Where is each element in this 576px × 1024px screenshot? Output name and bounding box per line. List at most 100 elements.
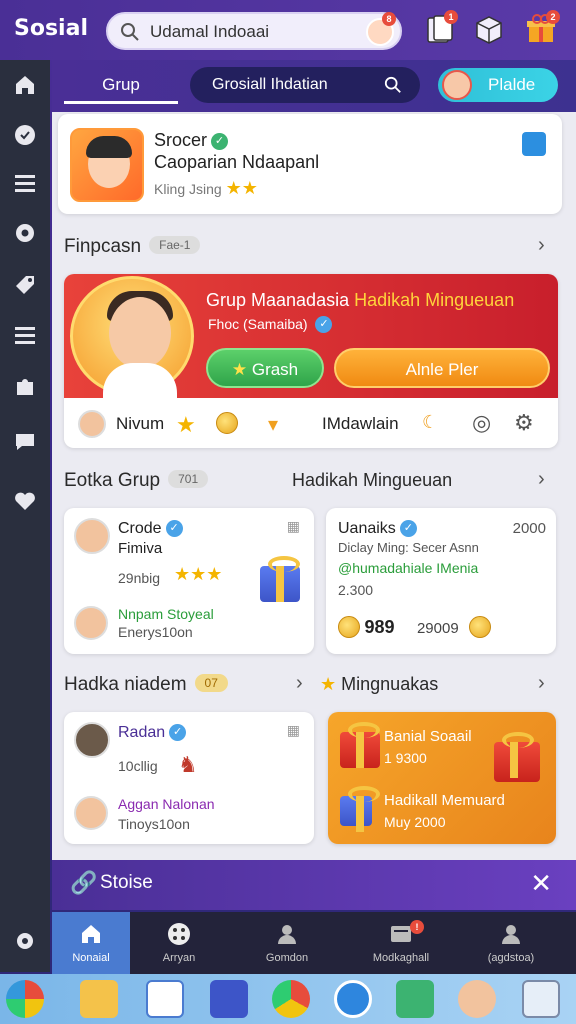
tab-profile-label: Plalde: [488, 75, 536, 94]
group-count: 2000: [512, 520, 546, 537]
section-right-title: Hadikah Mingueuan: [292, 470, 453, 490]
group-desc: Diclay Ming: Secer Asnn: [338, 540, 479, 555]
photos-icon[interactable]: [146, 980, 184, 1018]
search-input[interactable]: Udamal Indoaai: [150, 22, 269, 42]
search-bar[interactable]: Udamal Indoaai 8: [106, 12, 402, 50]
app-logo[interactable]: Sosial: [14, 16, 88, 41]
tab-grup[interactable]: Grup: [64, 68, 178, 104]
user-avatar[interactable]: [78, 410, 106, 438]
promo-card: Grup Maanadasia Hadikah Mingueuan Fhoc (…: [64, 274, 558, 448]
group-name: Crode ✓: [118, 520, 183, 538]
nav-item-account[interactable]: (agdstoa): [472, 912, 550, 974]
edge-icon[interactable]: [334, 980, 372, 1018]
chat-icon[interactable]: [12, 428, 38, 454]
nav-item-gomdon[interactable]: Gomdon: [248, 912, 326, 974]
grid-icon[interactable]: ▦: [287, 722, 300, 739]
mail-icon[interactable]: [396, 980, 434, 1018]
gift-icon: [260, 556, 300, 602]
tag-icon[interactable]: [12, 272, 38, 298]
bottom-strip: 🔗 Stoise ✕: [52, 860, 576, 910]
nav-item-arryan[interactable]: Arryan: [140, 912, 218, 974]
reward-number: Muy 2000: [384, 814, 446, 830]
verified-icon: ✓: [165, 520, 183, 537]
reward-card[interactable]: Banial Soaail 1 9300 Hadikall Memuard Mu…: [328, 712, 556, 844]
promo-title: Grup Maanadasia Hadikah Mingueuan: [206, 290, 515, 310]
group-card[interactable]: Crode ✓ Fimiva 29nbig ★★★ ▦ Nnpam Stoyeal…: [64, 508, 314, 654]
message-badge: !: [410, 920, 424, 934]
dice-icon: [168, 923, 190, 945]
chevron-right-icon[interactable]: ›: [538, 672, 545, 695]
group-card[interactable]: Radan ✓ 10cllig ♞ ▦ Aggan Nalonan Tinoys1…: [64, 712, 314, 844]
gear-icon[interactable]: [12, 928, 38, 954]
friend-avatar: [74, 606, 108, 640]
profile-meta: Kling Jsing ★★: [154, 178, 258, 198]
user-avatar: [74, 722, 110, 758]
nav-item-home[interactable]: Nonaial: [52, 912, 130, 974]
profile-card[interactable]: Srocer ✓ Caoparian Ndaapanl Kling Jsing ★…: [58, 114, 562, 214]
profile-avatar: [70, 128, 144, 202]
tab-search[interactable]: Grosiall Ihdatian: [190, 67, 420, 103]
user-avatar[interactable]: [458, 980, 496, 1018]
start-icon[interactable]: [6, 980, 44, 1018]
sidebar: [0, 60, 50, 972]
profile-avatar: [442, 70, 472, 100]
verified-icon: ✓: [211, 133, 229, 150]
verified-icon: ✓: [399, 520, 417, 537]
bottom-strip-label[interactable]: Stoise: [100, 872, 153, 894]
reward-title: Hadikall Memuard: [384, 792, 505, 809]
browser-icon[interactable]: [272, 980, 310, 1018]
puzzle-icon[interactable]: [12, 374, 38, 400]
star-icon: ★: [241, 178, 258, 198]
coin-count-b: 29009: [416, 620, 459, 637]
group-card[interactable]: Uanaiks ✓ 2000 Diclay Ming: Secer Asnn @h…: [326, 508, 556, 654]
gift-badge: 2: [546, 10, 560, 24]
cup-icon: ▾: [268, 414, 279, 436]
card-menu-icon[interactable]: [522, 132, 546, 156]
section-pill: 07: [194, 674, 228, 692]
window-icon[interactable]: [522, 980, 560, 1018]
person-icon: [278, 925, 296, 944]
friend-avatar: [74, 796, 108, 830]
box-icon[interactable]: [472, 12, 506, 46]
group-number: 2.300: [338, 582, 374, 598]
heart-icon[interactable]: [12, 488, 38, 514]
search-icon[interactable]: [384, 76, 402, 94]
friend-name: Aggan Nalonan: [118, 796, 215, 812]
target-icon[interactable]: ◎: [472, 410, 491, 436]
gift-icon: [340, 722, 380, 768]
menu-icon[interactable]: [12, 170, 38, 196]
gear-icon[interactable]: ⚙: [514, 410, 534, 436]
promo-row: Nivum ★ ▾ IMdawlain ☾ ◎ ⚙: [64, 402, 558, 446]
close-icon[interactable]: ✕: [530, 868, 552, 899]
group-handle[interactable]: @humadahiale IMenia: [338, 560, 478, 576]
list-icon[interactable]: [12, 322, 38, 348]
reward-title: Banial Soaail: [384, 728, 472, 745]
alnle-button[interactable]: Alnle Pler: [334, 348, 550, 388]
star-icon: ★: [225, 178, 242, 198]
group-meta: 29nbig: [118, 570, 161, 586]
chevron-right-icon[interactable]: ›: [538, 468, 545, 491]
profile-subtitle: Caoparian Ndaapanl: [154, 152, 320, 172]
nav-label: Nonaial: [72, 952, 110, 964]
chevron-right-icon[interactable]: ›: [296, 672, 303, 695]
star-icon: ★: [190, 564, 207, 584]
section-title: Eotka Grup 701: [64, 470, 209, 492]
nav-label: Gomdon: [265, 952, 309, 964]
promo-row-label: Nivum: [116, 414, 165, 433]
user-avatar: [74, 518, 110, 554]
friend-name: Nnpam Stoyeal: [118, 606, 214, 622]
grash-button[interactable]: ★ Grash: [206, 348, 324, 388]
settings-icon[interactable]: [12, 220, 38, 246]
group-sub: Fimiva: [118, 540, 163, 557]
section-pill: Fae-1: [149, 236, 201, 254]
promo-row-label: IMdawlain: [322, 414, 399, 433]
tab-profile[interactable]: Plalde: [438, 68, 558, 102]
store-icon[interactable]: [210, 980, 248, 1018]
grid-icon[interactable]: ▦: [287, 518, 300, 535]
chevron-right-icon[interactable]: ›: [538, 234, 545, 257]
clock-icon[interactable]: [12, 122, 38, 148]
nav-item-messages[interactable]: ! Modkaghall: [362, 912, 440, 974]
coin-icon: [338, 616, 360, 638]
folder-icon[interactable]: [80, 980, 118, 1018]
home-icon[interactable]: [12, 72, 38, 98]
